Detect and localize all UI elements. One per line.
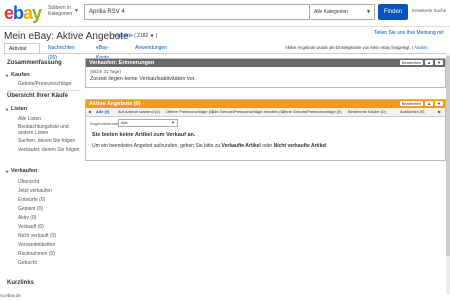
scrollbar-thumb[interactable] xyxy=(446,56,450,256)
sidebar-shortlinks[interactable]: Kurzlinks xyxy=(7,280,34,286)
sidebar-sell[interactable]: ▼ Verkaufen xyxy=(5,168,38,174)
ended-listings-text: Um ein beendetes Angebot aufzurufen, geh… xyxy=(92,143,222,149)
filter-tabs: ◀ Alle (0) Auf Antwort wartend (0) Offen… xyxy=(86,108,445,117)
sidebar-buy[interactable]: ▼ Kaufen xyxy=(5,72,30,78)
filter-tab-specific-buyers[interactable]: Bestimmte Käufer (0) xyxy=(348,109,386,114)
top-header: ebay Stöbern in Kategorien ▼ Aprilia RSV… xyxy=(0,0,450,27)
change-link[interactable]: Ändern xyxy=(414,45,428,50)
sidebar-summary[interactable]: Zusammenfassung xyxy=(7,60,62,66)
reminders-title: Verkaufen: Erinnerungen xyxy=(89,60,155,66)
collapse-icon[interactable]: ▲ xyxy=(425,101,434,106)
sidebar-item-overview[interactable]: Übersicht xyxy=(18,179,80,185)
category-select-value: Alle Kategorien xyxy=(314,9,348,15)
format-select-value: Alle xyxy=(121,120,128,125)
format-filter-row: Angebotsformat Alle ▼ xyxy=(86,117,445,129)
page-scrollbar[interactable] xyxy=(446,54,450,294)
status-url: ru.ebay.de xyxy=(0,293,21,298)
chevron-left-icon[interactable]: ◀ xyxy=(88,109,91,114)
triangle-down-icon: ▼ xyxy=(5,73,9,78)
sidebar-item-unsold[interactable]: Nicht verkauft (0) xyxy=(18,233,80,239)
no-items-message: Sie bieten keine Artikel zum Verkauf an. xyxy=(92,132,196,138)
triangle-down-icon: ▼ xyxy=(5,107,9,112)
sold-items-link[interactable]: Verkaufte Artikel xyxy=(222,143,261,149)
ebay-logo[interactable]: ebay xyxy=(4,4,42,22)
find-button[interactable]: Finden xyxy=(378,4,408,20)
filter-tab-awaiting[interactable]: Auf Antwort wartend (0) xyxy=(118,109,160,114)
share-feedback-link[interactable]: Teilen Sie uns Ihre Meinung mit xyxy=(374,30,444,36)
sidebar-item-bids[interactable]: Gebote/Preisvorschläge xyxy=(18,81,80,87)
expand-icon[interactable]: ▼ xyxy=(435,60,443,65)
edit-dropdown[interactable]: Bearbeiten xyxy=(399,101,424,106)
sidebar-divider xyxy=(7,90,81,91)
reminders-panel: Verkaufen: Erinnerungen Bearbeiten ▲ ▼ (le… xyxy=(85,58,446,88)
chevron-down-icon[interactable]: ▼ xyxy=(74,8,79,14)
tabs-divider xyxy=(4,53,446,54)
sidebar-item-sold[interactable]: Verkauft (0) xyxy=(18,224,80,230)
browse-categories[interactable]: Stöbern in Kategorien xyxy=(48,5,74,17)
no-activity-message: Zurzeit liegen keine Verkaufsaktivitäten… xyxy=(90,76,196,82)
active-listings-title: Aktive Angebote (0) xyxy=(89,101,141,107)
category-select[interactable]: Alle Kategorien ▼ xyxy=(311,4,375,20)
filter-tab-all-bids[interactable]: Alle Gebote/Preisvorschläge erhalten (0) xyxy=(212,109,284,114)
username-link[interactable]: waplaste xyxy=(113,33,133,39)
sidebar-item-active[interactable]: Aktiv (0) xyxy=(18,215,80,221)
ended-listings-info: Um ein beendetes Angebot aufzurufen, geh… xyxy=(86,141,445,153)
period-label: (letzte 31 Tage) xyxy=(90,69,121,74)
ended-listings-conjunction: oder xyxy=(260,143,274,149)
page-title: Mein eBay: Aktive Angebote xyxy=(4,31,129,42)
panel-controls: Bearbeiten ▲ ▼ xyxy=(398,101,443,107)
sidebar-item-followed-searches[interactable]: Suchen, denen Sie folgen xyxy=(18,138,80,144)
sidebar-item-sell-now[interactable]: Jetzt verkaufen xyxy=(18,188,80,194)
user-info: waplaste ( 2182 ★ ) xyxy=(113,33,157,39)
sidebar-item-followed-sellers[interactable]: Verkäufer, denen Sie folgen xyxy=(18,147,80,153)
sidebar-item-drafts[interactable]: Entwürfe (0) xyxy=(18,197,80,203)
chevron-down-icon: ▼ xyxy=(171,120,175,125)
sidebar-item-shipping-labels[interactable]: Versandetiketten xyxy=(18,242,80,248)
filter-tab-open-offers[interactable]: Offene Preisvorschläge (0) xyxy=(166,109,214,114)
reminders-header: Verkaufen: Erinnerungen Bearbeiten ▲ ▼ xyxy=(86,59,445,67)
triangle-down-icon: ▼ xyxy=(5,169,9,174)
sidebar-item-booked[interactable]: Gebucht xyxy=(18,260,80,266)
sidebar-item-all-lists[interactable]: Alle Listen xyxy=(18,116,80,122)
format-select[interactable]: Alle ▼ xyxy=(118,119,178,127)
unsold-items-link[interactable]: Nicht verkaufte Artikel xyxy=(274,143,327,149)
chevron-right-icon[interactable]: ▶ xyxy=(438,109,441,114)
filter-tab-all[interactable]: Alle (0) xyxy=(96,109,109,114)
sidebar-sell-label: Verkaufen xyxy=(11,168,38,174)
format-label: Angebotsformat xyxy=(90,121,119,126)
filter-tab-auction[interactable]: Auktionsbl (0) xyxy=(400,109,424,114)
sidebar-purchase-overview[interactable]: Übersicht Ihrer Käufe xyxy=(7,93,68,99)
search-input[interactable]: Aprilia RSV 4 xyxy=(84,4,310,20)
sidebar-lists-label: Listen xyxy=(11,106,28,112)
expand-icon[interactable]: ▼ xyxy=(435,101,443,106)
sidebar-item-returns[interactable]: Rücknahmen (0) xyxy=(18,251,80,257)
active-listings-header: Aktive Angebote (0) Bearbeiten ▲ ▼ xyxy=(86,100,445,108)
edit-dropdown[interactable]: Bearbeiten xyxy=(399,60,424,65)
advanced-search-link[interactable]: Erweiterte Suche xyxy=(412,8,446,13)
collapse-icon[interactable]: ▲ xyxy=(425,60,434,65)
homepage-note-text: Aktive Angebote wurde als Einstiegsseite… xyxy=(285,45,411,50)
active-listings-panel: Aktive Angebote (0) Bearbeiten ▲ ▼ ◀ Alle … xyxy=(85,99,446,161)
chevron-down-icon: ▼ xyxy=(366,9,371,15)
homepage-note: Aktive Angebote wurde als Einstiegsseite… xyxy=(285,45,428,50)
sidebar-item-watchlist[interactable]: Beobachtungsliste und andere Listen xyxy=(18,124,80,136)
panel-controls: Bearbeiten ▲ ▼ xyxy=(398,60,443,66)
feedback-rating[interactable]: ( 2182 ★ ) xyxy=(134,33,157,39)
filter-tab-no-bids[interactable]: Ohne Gebote/Preisvorschläge (0) xyxy=(282,109,342,114)
sidebar-buy-label: Kaufen xyxy=(11,72,30,78)
sidebar-lists[interactable]: ▼ Listen xyxy=(5,106,28,112)
sidebar-item-scheduled[interactable]: Geplant (0) xyxy=(18,206,80,212)
